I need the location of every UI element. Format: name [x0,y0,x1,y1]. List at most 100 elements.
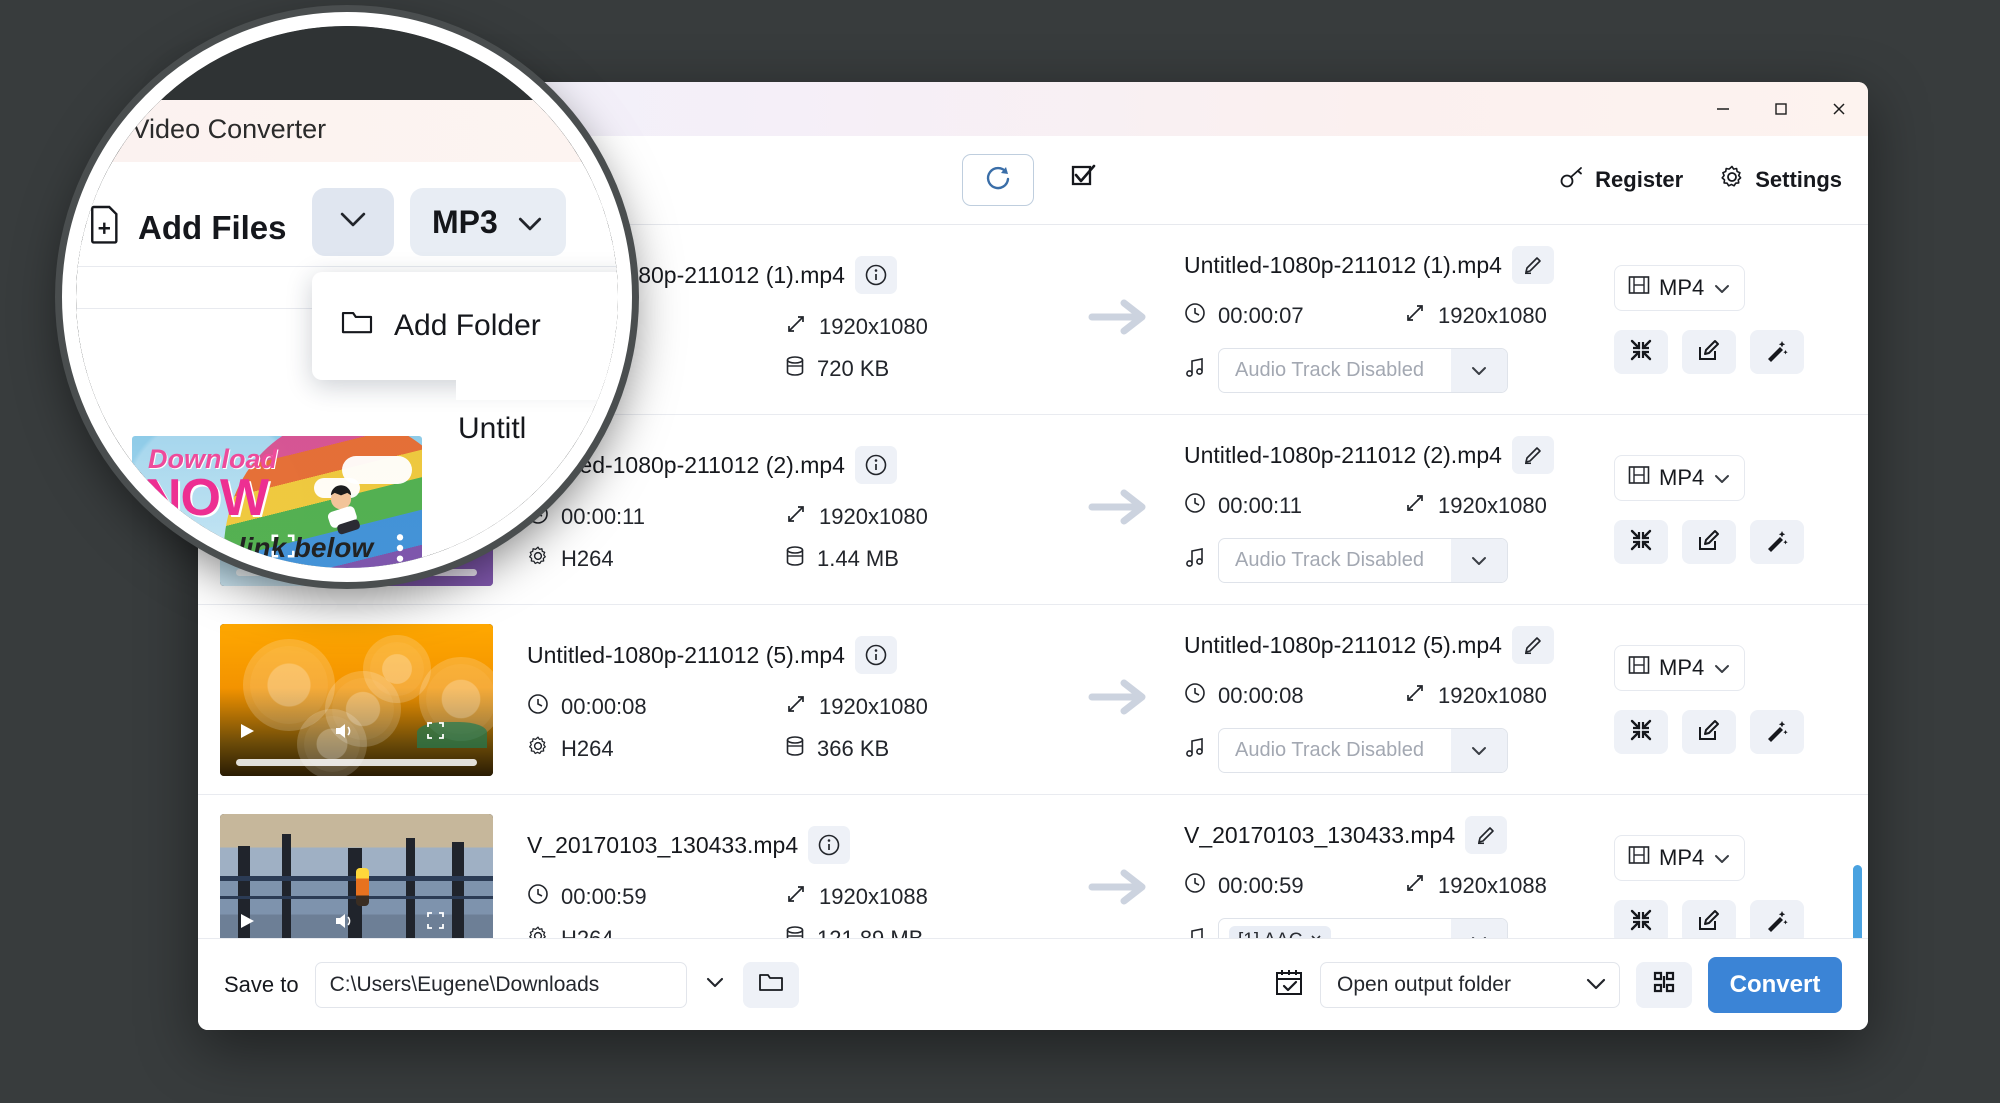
row-format-select[interactable]: MP4 [1614,645,1746,691]
lens-format-selector[interactable]: MP3 [410,188,566,256]
select-all-button[interactable] [1064,160,1104,200]
bottom-bar-right: Open output folder Convert [1274,956,1842,1013]
compress-button[interactable] [1614,330,1668,374]
output-duration: 00:00:59 [1184,872,1404,900]
lens-body: Add Files MP3 Add Folder Untitl Download… [76,162,618,568]
settings-button[interactable]: Settings [1719,164,1842,196]
calendar-check-icon[interactable] [1274,967,1304,1002]
minimize-icon[interactable] [1694,82,1752,136]
output-resolution-value: 1920x1088 [1438,873,1547,898]
audio-track-row: Audio Track Disabled [1184,728,1614,773]
enhance-button[interactable] [1750,330,1804,374]
thumbnail-progress-bar[interactable] [236,758,477,766]
folder-icon [758,971,784,998]
file-list-scrollbar[interactable] [1853,225,1864,984]
close-icon[interactable] [1810,82,1868,136]
arrow-right-icon [1088,297,1150,342]
film-strip-icon [1628,275,1650,301]
lens-add-files-button[interactable]: Add Files [88,204,287,252]
film-strip-icon [1628,465,1650,491]
row-format-select[interactable]: MP4 [1614,265,1746,311]
row-format-select[interactable]: MP4 [1614,455,1746,501]
row-format-select[interactable]: MP4 [1614,835,1746,881]
source-file-name: Untitled-1080p-211012 (5).mp4 [527,641,845,668]
lens-video-thumbnail[interactable]: Download NOW using a link below [132,436,422,568]
row-format-value: MP4 [1659,275,1705,300]
refresh-button[interactable] [962,154,1034,206]
chevron-down-icon[interactable] [1451,349,1507,392]
volume-icon[interactable] [334,722,354,740]
fullscreen-icon[interactable] [426,911,445,930]
chevron-down-icon[interactable] [1451,539,1507,582]
lens-untitled-text: Untitl [458,412,527,445]
database-icon [785,355,805,383]
output-file-name: Untitled-1080p-211012 (1).mp4 [1184,251,1502,278]
pencil-icon[interactable] [1511,436,1554,474]
lens-add-files-dropdown-button[interactable] [312,188,394,256]
audio-track-select[interactable]: Audio Track Disabled [1218,728,1508,773]
film-strip-icon [1628,655,1650,681]
conversion-arrow [1054,487,1184,532]
conversion-arrow [1054,677,1184,722]
database-icon [785,735,805,763]
fullscreen-icon[interactable] [270,533,296,564]
compress-button[interactable] [1614,710,1668,754]
save-path-dropdown[interactable] [687,962,743,1008]
register-button[interactable]: Register [1559,165,1683,195]
enhance-button[interactable] [1750,520,1804,564]
merge-button[interactable] [1636,961,1692,1008]
fullscreen-icon[interactable] [426,721,445,740]
output-resolution: 1920x1080 [1404,492,1547,520]
output-file-name-row: V_20170103_130433.mp4 [1184,816,1614,854]
video-thumbnail[interactable] [220,623,493,776]
output-file-name: V_20170103_130433.mp4 [1184,821,1456,848]
output-meta: 00:00:08 1920x1080 [1184,682,1614,710]
edit-video-button[interactable] [1682,330,1736,374]
audio-track-value: Audio Track Disabled [1235,739,1424,761]
play-icon[interactable] [238,722,256,740]
music-note-icon [1184,737,1206,764]
output-resolution-value: 1920x1080 [1438,303,1547,328]
magic-wand-icon [1765,718,1789,747]
maximize-icon[interactable] [1752,82,1810,136]
menu-item-add-folder[interactable]: Add Folder [312,308,541,344]
info-icon[interactable] [854,256,897,294]
info-icon[interactable] [808,826,851,864]
resize-arrows-icon [785,693,807,721]
output-meta: 00:00:07 1920x1080 [1184,302,1614,330]
chevron-down-icon [338,210,368,234]
thumbnail-controls[interactable] [220,904,493,938]
chevron-down-icon [1585,973,1607,997]
volume-icon[interactable] [334,912,354,930]
info-icon[interactable] [854,636,897,674]
pencil-icon[interactable] [1511,246,1554,284]
play-icon[interactable] [238,912,256,930]
audio-track-select[interactable]: Audio Track Disabled [1218,348,1508,393]
pencil-icon[interactable] [1511,626,1554,664]
browse-folder-button[interactable] [742,961,799,1008]
output-info: Untitled-1080p-211012 (5).mp4 00:00:08 1… [1184,626,1614,773]
chevron-down-icon[interactable] [1451,729,1507,772]
thumb-text-line2: NOW [144,469,269,527]
resize-arrows-icon [785,883,807,911]
output-file-name: Untitled-1080p-211012 (2).mp4 [1184,441,1502,468]
table-row[interactable]: Untitled-1080p-211012 (5).mp4 00:00:08 1… [198,605,1868,795]
lens-title-bar: orbits Video Converter [76,100,618,162]
pencil-icon[interactable] [1465,816,1508,854]
edit-video-button[interactable] [1682,520,1736,564]
output-action-select[interactable]: Open output folder [1320,961,1620,1008]
source-size: 366 KB [785,735,1054,763]
compress-button[interactable] [1614,520,1668,564]
convert-button[interactable]: Convert [1708,956,1842,1013]
edit-video-button[interactable] [1682,710,1736,754]
info-icon[interactable] [854,446,897,484]
enhance-button[interactable] [1750,710,1804,754]
more-vertical-icon[interactable] [396,533,404,568]
lens-add-files-label: Add Files [138,209,287,246]
output-file-name-row: Untitled-1080p-211012 (2).mp4 [1184,436,1614,474]
save-path-input[interactable]: C:\Users\Eugene\Downloads [314,961,687,1008]
audio-track-select[interactable]: Audio Track Disabled [1218,538,1508,583]
row-action-buttons [1614,330,1804,374]
output-action-value: Open output folder [1337,972,1511,996]
thumbnail-controls[interactable] [220,714,493,748]
